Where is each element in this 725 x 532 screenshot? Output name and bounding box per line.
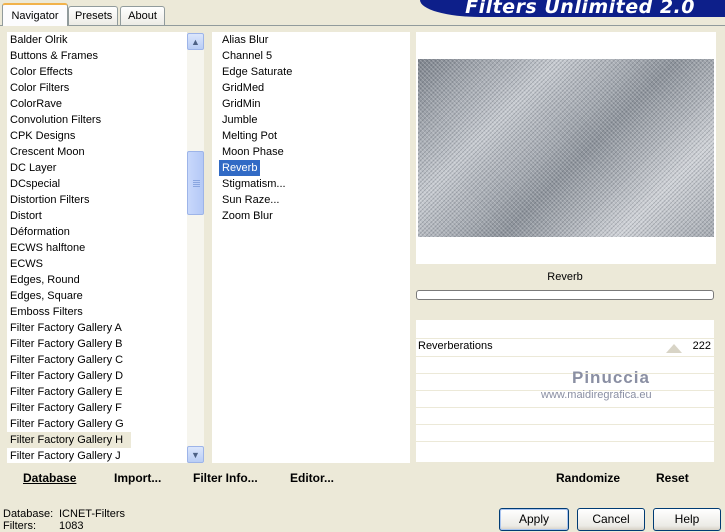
scroll-up-button[interactable]: ▲ [187,33,204,50]
filter-item[interactable]: Reverb [219,160,261,176]
category-item[interactable]: Filter Factory Gallery A [7,320,188,336]
category-scrollbar[interactable]: ▲ ▼ [187,33,204,463]
header-banner: Filters Unlimited 2.0 [420,0,725,17]
category-item[interactable]: DCspecial [7,176,188,192]
category-item[interactable]: Emboss Filters [7,304,188,320]
category-item[interactable]: Color Effects [7,64,188,80]
database-button[interactable]: Database [23,470,76,486]
category-item[interactable]: Filter Factory Gallery H [7,432,131,448]
slider-marker-icon[interactable] [666,344,682,353]
category-item[interactable]: Filter Factory Gallery B [7,336,188,352]
filter-item[interactable]: Melting Pot [219,128,280,144]
status-filters-value: 1083 [59,520,84,532]
category-item[interactable]: Buttons & Frames [7,48,188,64]
category-item[interactable]: Distort [7,208,188,224]
category-item[interactable]: Edges, Round [7,272,188,288]
filter-info-button[interactable]: Filter Info... [193,470,258,486]
filter-item[interactable]: Sun Raze... [219,192,282,208]
filter-item[interactable]: Alias Blur [219,32,271,48]
filter-item[interactable]: Moon Phase [219,144,287,160]
category-item[interactable]: Filter Factory Gallery E [7,384,188,400]
category-item[interactable]: Balder Olrik [7,32,188,48]
watermark-url: www.maidiregrafica.eu [541,389,652,401]
selected-filter-name: Reverb [547,271,583,283]
apply-button[interactable]: Apply [499,508,569,531]
category-list[interactable]: Balder Olrik Buttons & Frames Color Effect… [7,32,187,463]
category-item[interactable]: ECWS halftone [7,240,188,256]
preview-image [418,59,714,237]
parameter-row-empty [416,408,714,425]
category-item[interactable]: CPK Designs [7,128,188,144]
filter-item[interactable]: GridMin [219,96,264,112]
category-item[interactable]: Edges, Square [7,288,188,304]
filter-item[interactable]: Channel 5 [219,48,275,64]
status-database-value: ICNET-Filters [59,508,125,520]
category-item[interactable]: Filter Factory Gallery D [7,368,188,384]
parameter-row-empty [416,425,714,442]
import-button[interactable]: Import... [114,470,161,486]
status-filters-label: Filters: [3,520,36,532]
tab-about[interactable]: About [120,6,165,25]
progress-bar [416,290,714,300]
filter-list[interactable]: Alias Blur Channel 5 Edge Saturate GridMed G… [212,32,410,463]
app-title: Filters Unlimited 2.0 [465,0,695,17]
filter-item[interactable]: GridMed [219,80,267,96]
filter-item[interactable]: Zoom Blur [219,208,276,224]
tab-divider [0,25,725,26]
category-item[interactable]: Distortion Filters [7,192,188,208]
category-item[interactable]: Filter Factory Gallery C [7,352,188,368]
tab-presets[interactable]: Presets [68,6,118,25]
category-item[interactable]: ColorRave [7,96,188,112]
category-item[interactable]: Crescent Moon [7,144,188,160]
tab-navigator[interactable]: Navigator [2,3,68,26]
scroll-thumb[interactable] [187,151,204,215]
status-database-label: Database: [3,508,54,520]
randomize-button[interactable]: Randomize [556,470,620,486]
scroll-down-button[interactable]: ▼ [187,446,204,463]
parameter-spacer [416,320,714,338]
parameter-row-empty [416,442,714,463]
parameter-row-empty [416,357,714,374]
parameter-row-reverberations[interactable]: Reverberations 222 [416,339,714,357]
filter-item[interactable]: Jumble [219,112,260,128]
category-item[interactable]: ECWS [7,256,188,272]
reset-button[interactable]: Reset [656,470,689,486]
category-item[interactable]: Convolution Filters [7,112,188,128]
editor-button[interactable]: Editor... [290,470,334,486]
parameter-value: 222 [692,340,711,352]
cancel-button[interactable]: Cancel [577,508,645,531]
filter-item[interactable]: Stigmatism... [219,176,289,192]
category-item[interactable]: Filter Factory Gallery F [7,400,188,416]
parameter-name: Reverberations [418,340,493,352]
filter-item[interactable]: Edge Saturate [219,64,295,80]
category-item[interactable]: Color Filters [7,80,188,96]
category-item[interactable]: Déformation [7,224,188,240]
category-item[interactable]: Filter Factory Gallery G [7,416,188,432]
category-item[interactable]: DC Layer [7,160,188,176]
help-button[interactable]: Help [653,508,721,531]
category-item[interactable]: Filter Factory Gallery J [7,448,188,464]
watermark-name: Pinuccia [572,368,650,387]
